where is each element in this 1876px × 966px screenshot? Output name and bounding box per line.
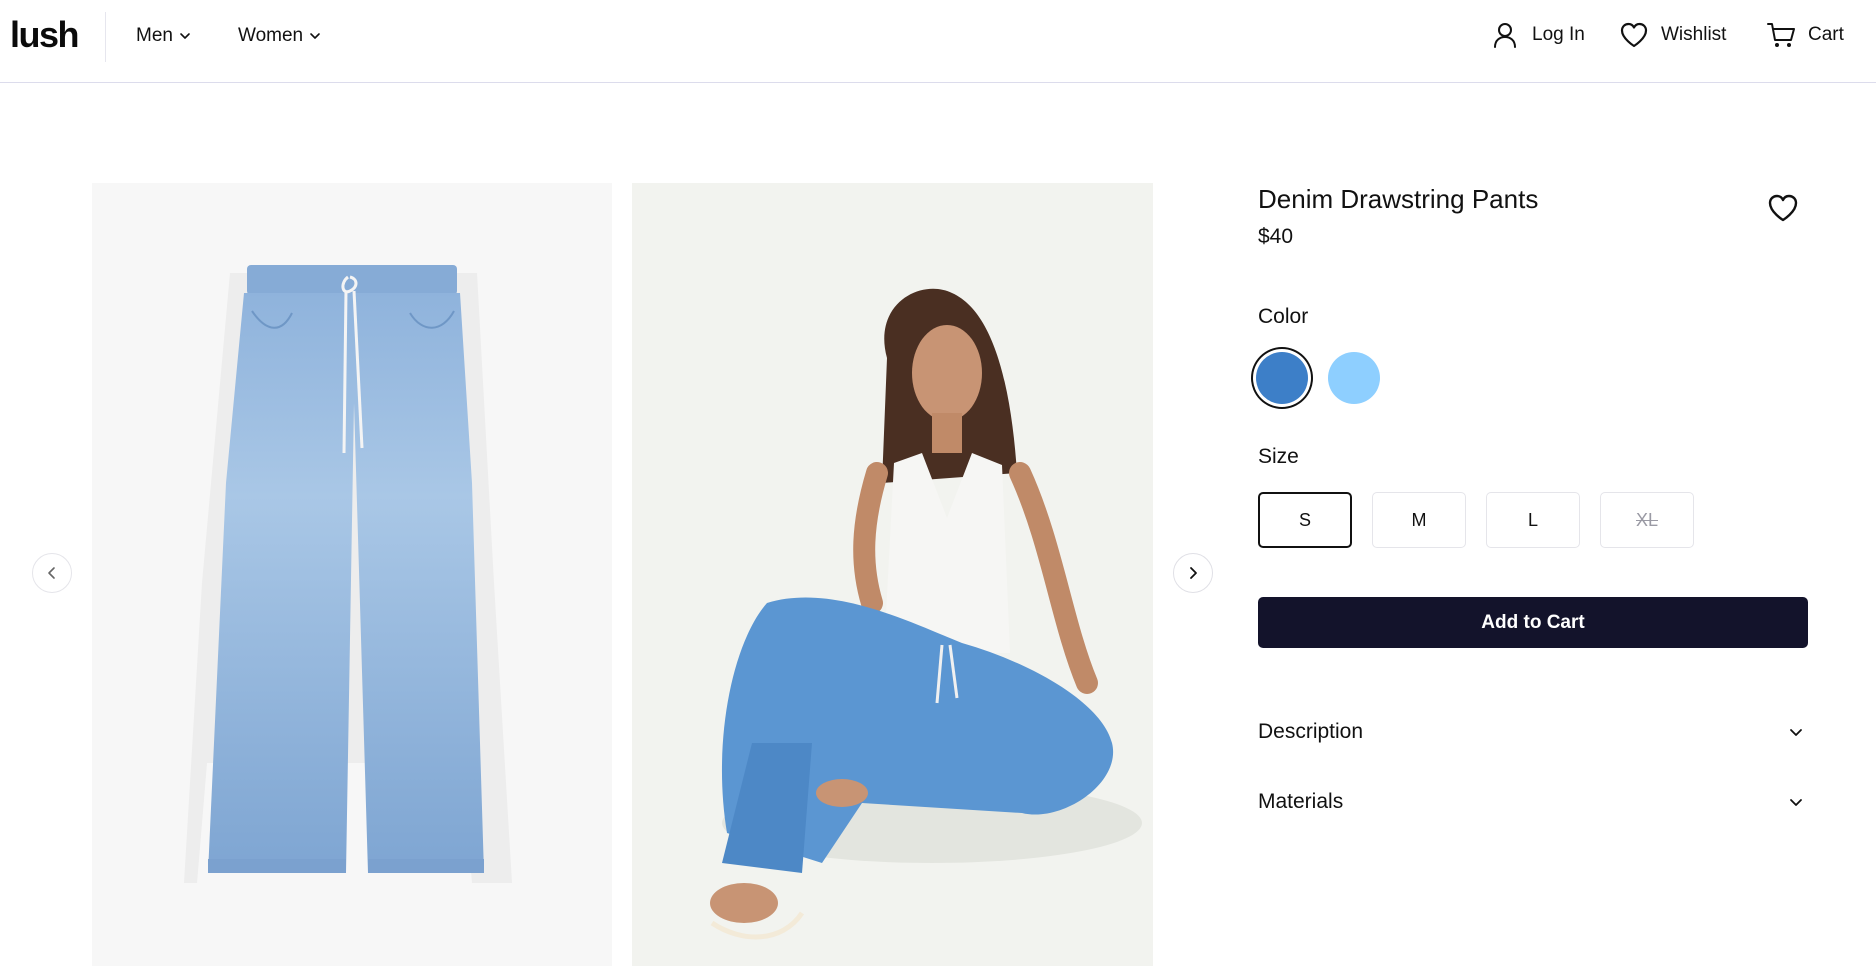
product-title: Denim Drawstring Pants [1258,184,1539,214]
chevron-down-icon [1790,729,1802,736]
wishlist-label: Wishlist [1661,24,1727,45]
materials-accordion[interactable]: Materials [1258,782,1808,822]
add-to-cart-button[interactable]: Add to Cart [1258,597,1808,648]
logo[interactable]: lush [10,14,80,56]
color-swatch-dark-blue[interactable] [1256,352,1308,404]
description-accordion[interactable]: Description [1258,712,1808,752]
product-price: $40 [1258,225,1294,248]
size-option-s[interactable]: S [1258,492,1352,548]
header-divider [105,12,106,62]
add-to-wishlist-button[interactable] [1766,191,1800,225]
gallery-next-button[interactable] [1173,553,1213,593]
nav-women-label: Women [238,25,304,46]
gallery-prev-button[interactable] [32,553,72,593]
chevron-left-icon [48,567,55,579]
heart-icon [1620,22,1648,48]
wishlist-link[interactable]: Wishlist [1619,20,1726,50]
login-link[interactable]: Log In [1490,20,1585,50]
user-icon [1494,23,1516,48]
chevron-down-icon [1790,799,1802,806]
size-label: Size [1258,445,1299,468]
cart-link[interactable]: Cart [1766,20,1844,50]
cart-icon [1767,23,1795,47]
login-label: Log In [1532,24,1585,45]
size-option-m[interactable]: M [1372,492,1466,548]
color-swatch-light-blue[interactable] [1328,352,1380,404]
nav-women[interactable]: Women [238,25,321,47]
site-header: lush Men Women Log In Wishlist Cart [0,0,1876,83]
color-label: Color [1258,305,1309,328]
materials-label: Materials [1258,790,1344,813]
model-wearing-pants-image [632,183,1153,966]
size-option-l[interactable]: L [1486,492,1580,548]
nav-men-label: Men [136,25,173,46]
cart-label: Cart [1808,24,1844,45]
heart-outline-icon [1768,194,1798,222]
chevron-right-icon [1190,567,1197,579]
pants-product-image [92,183,612,966]
nav-men[interactable]: Men [136,25,191,47]
chevron-down-icon [180,33,190,39]
chevron-down-icon [310,33,320,39]
size-option-xl: XL [1600,492,1694,548]
description-label: Description [1258,720,1364,743]
